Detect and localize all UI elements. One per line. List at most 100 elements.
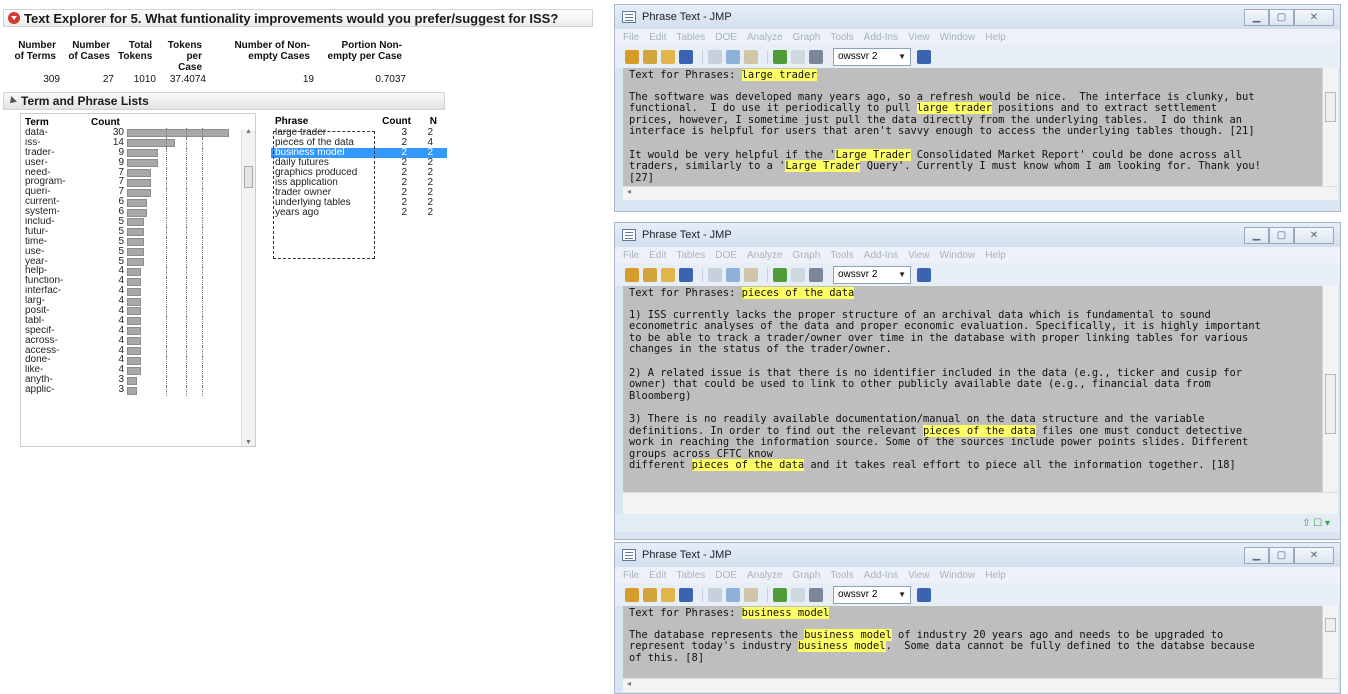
minimize-icon[interactable]: ▁ (1244, 546, 1269, 564)
page-icon[interactable] (791, 49, 805, 64)
menu-file[interactable]: File (623, 570, 639, 581)
navigate-up-icon[interactable]: ⇧ ☐ ▾ (1302, 518, 1330, 529)
table-row[interactable]: applic- 3 (21, 385, 255, 396)
phrase-column-header[interactable]: Phrase (275, 116, 381, 128)
menu-help[interactable]: Help (985, 32, 1006, 43)
new-script-icon[interactable] (643, 587, 657, 602)
table-row[interactable]: help- 4 (21, 266, 255, 277)
filter-icon[interactable] (917, 49, 931, 64)
open-icon[interactable] (661, 587, 675, 602)
menu-analyze[interactable]: Analyze (747, 250, 783, 261)
server-select[interactable]: owssvr 2 ▼ (833, 47, 911, 66)
table-row[interactable]: across- 4 (21, 335, 255, 347)
new-script-icon[interactable] (643, 49, 657, 64)
table-row[interactable]: larg- 4 (21, 296, 255, 307)
new-table-icon[interactable] (625, 49, 639, 64)
menu-tools[interactable]: Tools (830, 250, 853, 261)
table-row[interactable]: access- 4 (21, 345, 255, 357)
term-list-table[interactable]: Term Count data- 30 iss- 14 trader- 9 user- 9 ne… (20, 113, 256, 447)
chevron-down-icon[interactable]: ▼ (898, 590, 906, 599)
table-row[interactable]: need- 7 (21, 167, 255, 178)
cut-icon[interactable] (708, 267, 722, 282)
filter-icon[interactable] (917, 587, 931, 602)
scroll-up-icon[interactable]: ▲ (245, 128, 252, 135)
vertical-scrollbar[interactable] (1322, 286, 1338, 492)
close-icon[interactable]: ✕ (1294, 226, 1334, 244)
copy-icon[interactable] (726, 49, 740, 64)
new-table-icon[interactable] (625, 267, 639, 282)
menu-tools[interactable]: Tools (830, 570, 853, 581)
wand-icon[interactable] (809, 49, 823, 64)
save-icon[interactable] (679, 267, 693, 282)
scroll-thumb[interactable] (1325, 374, 1336, 434)
phrase-n-column-header[interactable]: N (411, 116, 437, 128)
table-row[interactable]: iss- 14 (21, 137, 255, 149)
menu-doe[interactable]: DOE (715, 250, 737, 261)
new-table-icon[interactable] (625, 587, 639, 602)
paste-icon[interactable] (744, 587, 758, 602)
run-script-icon[interactable] (773, 267, 787, 282)
term-list-scrollbar[interactable]: ▲ ▼ (241, 128, 255, 446)
menu-view[interactable]: View (908, 32, 930, 43)
table-row[interactable]: includ- 5 (21, 216, 255, 228)
table-row[interactable]: user- 9 (21, 157, 255, 169)
count-column-header[interactable]: Count (91, 117, 131, 128)
table-row[interactable]: tabl- 4 (21, 315, 255, 327)
table-row[interactable]: current- 6 (21, 197, 255, 208)
page-icon[interactable] (791, 267, 805, 282)
save-icon[interactable] (679, 49, 693, 64)
menu-tables[interactable]: Tables (676, 250, 705, 261)
maximize-icon[interactable]: ▢ (1269, 546, 1294, 564)
menu-tables[interactable]: Tables (676, 570, 705, 581)
disclosure-triangle-icon[interactable] (7, 96, 17, 106)
menu-doe[interactable]: DOE (715, 570, 737, 581)
window-title-bar[interactable]: Phrase Text - JMP ▁ ▢ ✕ (615, 223, 1340, 247)
wand-icon[interactable] (809, 267, 823, 282)
page-icon[interactable] (791, 587, 805, 602)
menu-help[interactable]: Help (985, 570, 1006, 581)
term-column-header[interactable]: Term (25, 117, 91, 128)
scroll-thumb[interactable] (244, 166, 253, 188)
minimize-icon[interactable]: ▁ (1244, 8, 1269, 26)
table-row[interactable]: queri- 7 (21, 187, 255, 198)
red-triangle-menu-icon[interactable] (8, 12, 20, 24)
horizontal-scrollbar[interactable] (623, 492, 1338, 514)
open-icon[interactable] (661, 49, 675, 64)
menu-graph[interactable]: Graph (793, 32, 821, 43)
menu-help[interactable]: Help (985, 250, 1006, 261)
menu-tables[interactable]: Tables (676, 32, 705, 43)
copy-icon[interactable] (726, 587, 740, 602)
save-icon[interactable] (679, 587, 693, 602)
run-script-icon[interactable] (773, 49, 787, 64)
maximize-icon[interactable]: ▢ (1269, 8, 1294, 26)
menu-edit[interactable]: Edit (649, 250, 666, 261)
phrase-text-window-3[interactable]: Phrase Text - JMP ▁ ▢ ✕ File Edit Tables DO… (614, 542, 1341, 694)
open-icon[interactable] (661, 267, 675, 282)
server-select[interactable]: owssvr 2 ▼ (833, 265, 911, 284)
table-row[interactable]: program- 7 (21, 177, 255, 188)
new-script-icon[interactable] (643, 267, 657, 282)
menu-view[interactable]: View (908, 570, 930, 581)
menu-addins[interactable]: Add-Ins (864, 570, 898, 581)
report-title-bar[interactable]: Text Explorer for 5. What funtionality i… (3, 9, 593, 27)
table-row[interactable]: trader- 9 (21, 147, 255, 159)
menu-analyze[interactable]: Analyze (747, 32, 783, 43)
vertical-scrollbar[interactable] (1322, 68, 1338, 186)
menu-analyze[interactable]: Analyze (747, 570, 783, 581)
paste-icon[interactable] (744, 49, 758, 64)
phrase-text-area[interactable]: Text for Phrases: business model The dat… (623, 606, 1338, 678)
window-title-bar[interactable]: Phrase Text - JMP ▁ ▢ ✕ (615, 543, 1340, 567)
chevron-down-icon[interactable]: ▼ (898, 270, 906, 279)
menu-tools[interactable]: Tools (830, 32, 853, 43)
table-row[interactable]: futur- 5 (21, 226, 255, 238)
menu-window[interactable]: Window (940, 32, 976, 43)
table-row[interactable]: interfac- 4 (21, 286, 255, 297)
table-row[interactable]: data- 30 (21, 127, 255, 139)
minimize-icon[interactable]: ▁ (1244, 226, 1269, 244)
copy-icon[interactable] (726, 267, 740, 282)
horizontal-scrollbar[interactable]: ◂ (623, 186, 1338, 200)
menu-window[interactable]: Window (940, 250, 976, 261)
phrase-text-window-1[interactable]: Phrase Text - JMP ▁ ▢ ✕ File Edit Tables DO… (614, 4, 1341, 212)
cut-icon[interactable] (708, 587, 722, 602)
table-row[interactable]: year- 5 (21, 256, 255, 268)
